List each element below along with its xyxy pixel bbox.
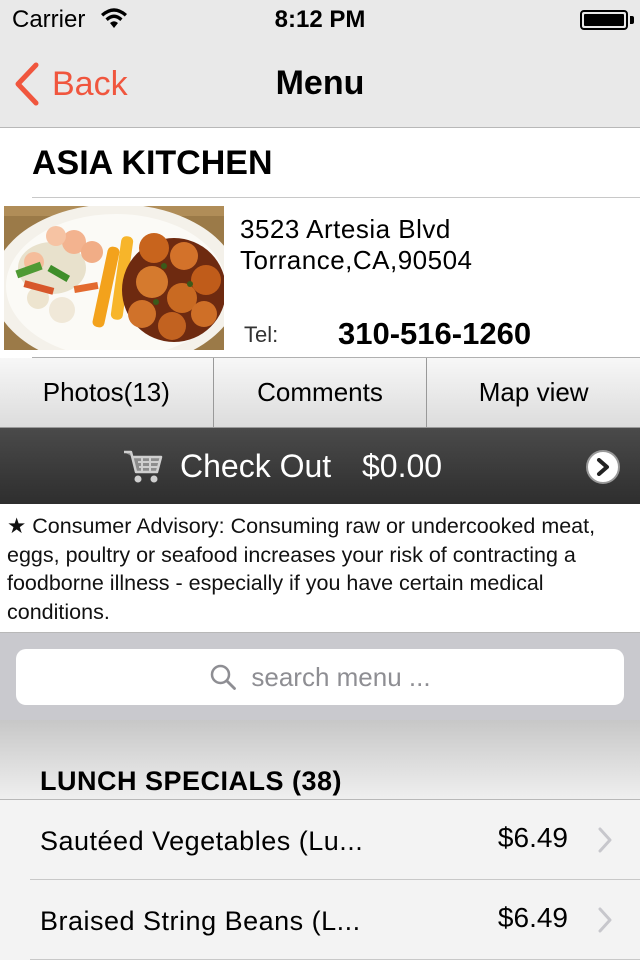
shopping-cart-icon <box>124 450 163 483</box>
chevron-right-circle-icon <box>586 450 620 484</box>
battery-icon <box>580 10 628 30</box>
navigation-bar: Back Menu <box>0 40 640 128</box>
menu-item-name: Sautéed Vegetables (Lu... <box>40 826 364 856</box>
menu-item-name: Braised String Beans (L... <box>40 906 361 936</box>
search-input[interactable]: search menu ... <box>16 649 624 705</box>
search-bar: search menu ... <box>0 632 640 720</box>
section-title: LUNCH SPECIALS (38) <box>40 766 343 796</box>
chevron-right-icon <box>598 827 612 853</box>
search-icon <box>211 664 237 690</box>
address-line-2: Torrance,CA,90504 <box>240 245 473 275</box>
menu-item-price: $6.49 <box>497 902 568 933</box>
status-bar: Carrier 8:12 PM <box>0 0 640 40</box>
menu-item-price: $6.49 <box>497 822 568 853</box>
comments-button[interactable]: Comments <box>214 358 428 427</box>
checkout-total: $0.00 <box>362 448 443 484</box>
section-header: LUNCH SPECIALS (38) <box>0 720 640 800</box>
address-line-1: 3523 Artesia Blvd <box>240 214 451 244</box>
photos-button[interactable]: Photos(13) <box>0 358 214 427</box>
restaurant-name: ASIA KITCHEN <box>32 144 273 182</box>
status-time: 8:12 PM <box>274 6 366 33</box>
page-title: Menu <box>275 64 365 102</box>
checkout-button[interactable]: Check Out $0.00 <box>0 428 640 504</box>
battery-tip <box>630 16 634 24</box>
menu-item[interactable]: Sautéed Vegetables (Lu... $6.49 <box>0 800 640 880</box>
consumer-advisory: ★ Consumer Advisory: Consuming raw or un… <box>7 514 596 624</box>
chevron-right-icon <box>598 907 612 933</box>
restaurant-address: 3523 Artesia Blvd Torrance,CA,90504 <box>240 214 473 276</box>
info-tabs: Photos(13) Comments Map view <box>0 358 640 428</box>
restaurant-photo[interactable] <box>4 206 224 350</box>
food-dish-photo <box>4 206 224 350</box>
divider <box>32 197 640 198</box>
tel-label: Tel: <box>244 322 279 347</box>
search-placeholder: search menu ... <box>251 661 431 692</box>
menu-item[interactable]: Braised String Beans (L... $6.49 <box>0 880 640 960</box>
map-view-button[interactable]: Map view <box>427 358 640 427</box>
phone-number-link[interactable]: 310-516-1260 <box>338 316 531 352</box>
checkout-label: Check Out <box>180 448 332 484</box>
